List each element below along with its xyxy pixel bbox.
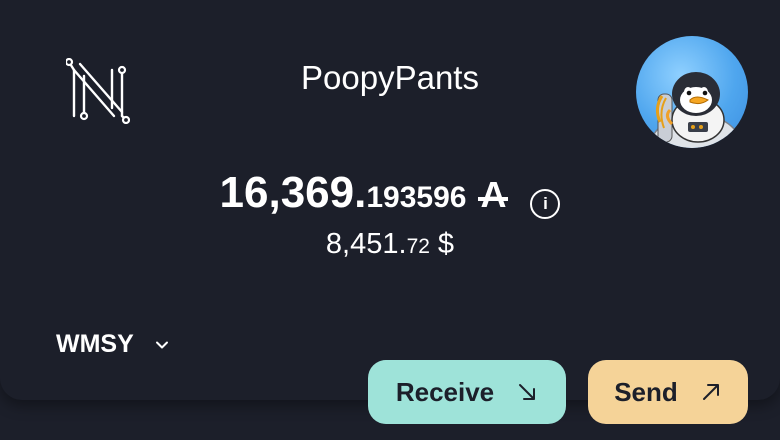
balance-decimal: 193596 — [366, 181, 467, 214]
fiat-balance: 8,451. 72 $ — [0, 228, 780, 261]
balance-display: 16,369. 193596 A i — [0, 168, 780, 224]
token-selector[interactable]: WMSY — [56, 330, 170, 359]
fiat-currency-symbol: $ — [437, 228, 455, 260]
chevron-down-icon — [155, 341, 168, 348]
receive-button[interactable]: Receive — [368, 360, 566, 424]
arrow-down-right-icon — [519, 384, 536, 400]
currency-symbol-strike — [478, 197, 509, 202]
penguin-astronaut-avatar-icon — [649, 72, 743, 148]
arrow-up-right-icon — [702, 384, 719, 400]
fiat-decimal: 72 — [406, 235, 430, 258]
token-selector-label: WMSY — [56, 330, 134, 358]
currency-symbol-letter: A — [480, 174, 507, 215]
balance-integer: 16,369. — [219, 168, 367, 217]
send-button[interactable]: Send — [588, 360, 748, 424]
send-button-label: Send — [614, 376, 678, 407]
receive-button-label: Receive — [395, 376, 495, 407]
info-icon[interactable]: i — [530, 189, 561, 219]
currency-symbol: A — [478, 174, 509, 216]
fiat-integer: 8,451. — [325, 228, 407, 260]
wallet-card: PoopyPants 16,369. 193596 A i 8,451. 72 … — [0, 0, 780, 400]
avatar[interactable] — [636, 36, 748, 148]
